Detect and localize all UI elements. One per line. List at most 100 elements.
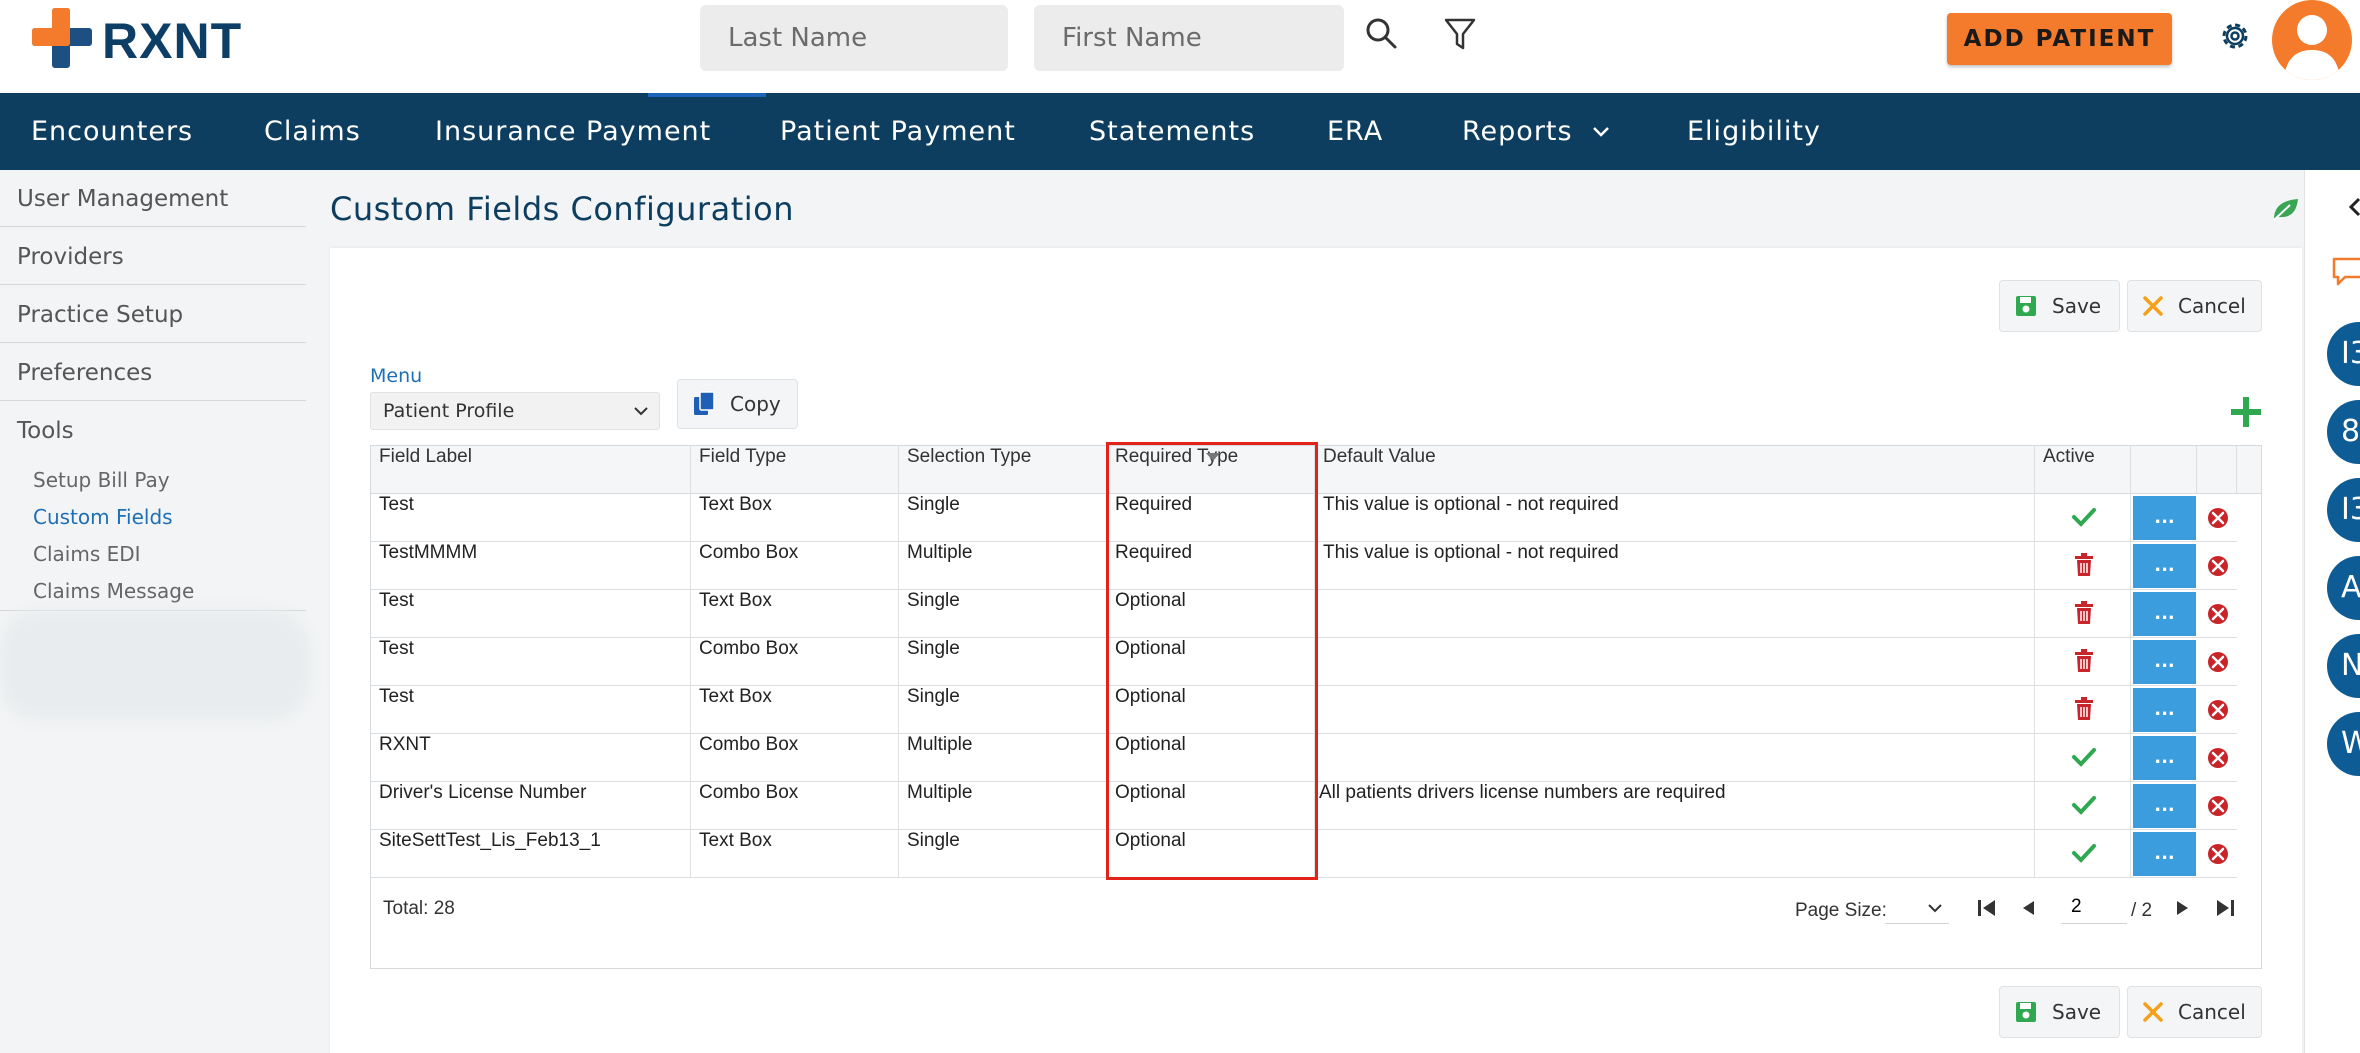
rail-item-circle[interactable]: I3: [2327, 322, 2360, 386]
chat-icon[interactable]: [2331, 256, 2360, 288]
row-options-button[interactable]: ...: [2133, 784, 2196, 828]
page-size-select[interactable]: [1885, 890, 1949, 924]
cell-field-type: Combo Box: [691, 638, 899, 685]
nav-era[interactable]: ERA: [1327, 93, 1383, 170]
trash-icon[interactable]: [2071, 696, 2097, 722]
save-button-bottom[interactable]: Save: [1999, 986, 2120, 1038]
avatar[interactable]: [2272, 0, 2352, 80]
close-circle-icon[interactable]: [2207, 843, 2229, 865]
row-options-button[interactable]: ...: [2133, 496, 2196, 540]
nav-claims[interactable]: Claims: [264, 93, 361, 170]
column-header-default-value[interactable]: Default Value: [1315, 446, 2035, 494]
table-row[interactable]: TestMMMM Combo Box Multiple Required This va…: [371, 542, 2237, 590]
cell-field-type: Combo Box: [691, 782, 899, 829]
sidebar-subitem-custom-fields[interactable]: Custom Fields: [33, 505, 173, 529]
sidebar-subitem-claims-edi[interactable]: Claims EDI: [33, 542, 141, 566]
copy-button[interactable]: Copy: [677, 379, 798, 429]
filter-icon[interactable]: [1440, 14, 1480, 54]
check-icon[interactable]: [2071, 504, 2097, 530]
rail-item-circle[interactable]: N: [2327, 634, 2360, 698]
sidebar-item-user-management[interactable]: User Management: [17, 186, 228, 212]
cell-active: [2035, 734, 2131, 781]
column-header-field-label[interactable]: Field Label: [371, 446, 691, 494]
row-options-button[interactable]: ...: [2133, 640, 2196, 684]
table-row[interactable]: Test Text Box Single Optional...: [371, 686, 2237, 734]
rail-item-circle[interactable]: I3: [2327, 478, 2360, 542]
row-options-button[interactable]: ...: [2133, 736, 2196, 780]
nav-patient-payment[interactable]: Patient Payment: [780, 93, 1016, 170]
sidebar-item-practice-setup[interactable]: Practice Setup: [17, 302, 183, 328]
menu-select[interactable]: Patient Profile: [370, 392, 660, 430]
column-header-selection-type[interactable]: Selection Type: [899, 446, 1107, 494]
cancel-button-bottom[interactable]: Cancel: [2127, 986, 2262, 1038]
close-circle-icon[interactable]: [2207, 747, 2229, 769]
row-options-button[interactable]: ...: [2133, 832, 2196, 876]
cell-required-type: Optional: [1107, 590, 1315, 637]
save-button-top[interactable]: Save: [1999, 280, 2120, 332]
table-row[interactable]: SiteSettTest_Lis_Feb13_1 Text Box Single Op…: [371, 830, 2237, 878]
prev-page-icon[interactable]: [2015, 894, 2043, 922]
sidebar-subitem-claims-message[interactable]: Claims Message: [33, 579, 194, 603]
column-header-active[interactable]: Active: [2035, 446, 2131, 494]
last-name-search-input[interactable]: [700, 5, 1008, 71]
collapse-icon[interactable]: [2347, 196, 2360, 218]
save-icon: [2016, 296, 2036, 316]
cell-default-value: [1315, 734, 2035, 781]
nav-encounters[interactable]: Encounters: [31, 93, 193, 170]
plus-icon[interactable]: [2228, 394, 2264, 430]
check-icon[interactable]: [2071, 792, 2097, 818]
last-page-icon[interactable]: [2211, 894, 2239, 922]
rail-item-circle[interactable]: 8(: [2327, 400, 2360, 464]
close-circle-icon[interactable]: [2207, 507, 2229, 529]
close-circle-icon[interactable]: [2207, 603, 2229, 625]
page-number-input[interactable]: [2061, 890, 2127, 924]
cell-field-type: Text Box: [691, 494, 899, 541]
rxnt-logo[interactable]: RXNT: [32, 8, 252, 69]
row-options-button[interactable]: ...: [2133, 592, 2196, 636]
gear-icon[interactable]: [2215, 16, 2255, 56]
table-row[interactable]: Test Text Box Single Required This value is …: [371, 494, 2237, 542]
menu-select-value: Patient Profile: [383, 400, 515, 422]
first-name-search-input[interactable]: [1034, 5, 1344, 71]
blurred-region: [0, 610, 310, 720]
nav-insurance-payment[interactable]: Insurance Payment: [435, 93, 711, 170]
close-circle-icon[interactable]: [2207, 699, 2229, 721]
nav-statements[interactable]: Statements: [1089, 93, 1255, 170]
close-circle-icon[interactable]: [2207, 555, 2229, 577]
sidebar-item-preferences[interactable]: Preferences: [17, 360, 152, 386]
cancel-button-top[interactable]: Cancel: [2127, 280, 2262, 332]
table-row[interactable]: RXNT Combo Box Multiple Optional...: [371, 734, 2237, 782]
row-options-button[interactable]: ...: [2133, 544, 2196, 588]
table-row[interactable]: Driver's License Number Combo Box Multiple…: [371, 782, 2237, 830]
cell-field-type: Text Box: [691, 830, 899, 877]
search-icon[interactable]: [1362, 14, 1402, 54]
cell-field-label: Test: [371, 590, 691, 637]
nav-reports[interactable]: Reports: [1462, 93, 1573, 170]
table-row[interactable]: Test Text Box Single Optional...: [371, 590, 2237, 638]
sidebar-item-providers[interactable]: Providers: [17, 244, 124, 270]
next-page-icon[interactable]: [2168, 894, 2196, 922]
first-page-icon[interactable]: [1973, 894, 2001, 922]
cell-selection-type: Single: [899, 638, 1107, 685]
trash-icon[interactable]: [2071, 552, 2097, 578]
check-icon[interactable]: [2071, 840, 2097, 866]
row-options-button[interactable]: ...: [2133, 688, 2196, 732]
cell-selection-type: Multiple: [899, 734, 1107, 781]
sidebar-subitem-setup-bill-pay[interactable]: Setup Bill Pay: [33, 468, 170, 492]
close-circle-icon[interactable]: [2207, 651, 2229, 673]
save-label: Save: [2052, 294, 2102, 318]
column-header-field-type[interactable]: Field Type: [691, 446, 899, 494]
rail-item-circle[interactable]: A: [2327, 556, 2360, 620]
trash-icon[interactable]: [2071, 600, 2097, 626]
close-circle-icon[interactable]: [2207, 795, 2229, 817]
add-patient-button[interactable]: ADD PATIENT: [1947, 13, 2172, 65]
sidebar-item-tools[interactable]: Tools: [17, 418, 74, 444]
chevron-down-icon[interactable]: [1592, 125, 1610, 139]
rail-item-circle[interactable]: W: [2327, 712, 2360, 776]
chevron-down-icon: [1928, 904, 1942, 913]
nav-eligibility[interactable]: Eligibility: [1687, 93, 1821, 170]
table-row[interactable]: Test Combo Box Single Optional...: [371, 638, 2237, 686]
check-icon[interactable]: [2071, 744, 2097, 770]
trash-icon[interactable]: [2071, 648, 2097, 674]
leaf-icon[interactable]: [2270, 195, 2302, 223]
